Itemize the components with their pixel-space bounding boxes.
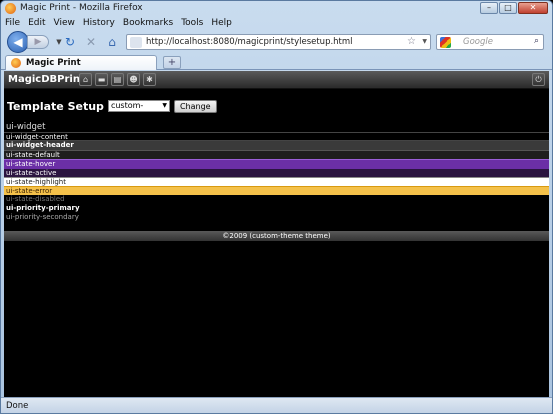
ui-state-default-row: ui-state-default	[4, 150, 549, 159]
home-icon[interactable]: ⌂	[105, 35, 119, 49]
ui-widget-header-row: ui-widget-header	[4, 141, 549, 150]
theme-preview: ui-widget ui-widget-content ui-widget-he…	[4, 122, 549, 222]
search-placeholder[interactable]: Google	[463, 37, 493, 47]
ui-state-highlight-row: ui-state-highlight	[4, 177, 549, 186]
select-arrow-icon: ▼	[162, 102, 167, 109]
user-icon: ☻	[129, 75, 138, 84]
ui-widget-row: ui-widget	[6, 122, 46, 132]
theme-select[interactable]: custom-theme ▼	[107, 100, 170, 120]
status-bar: Done	[1, 397, 552, 413]
forward-button[interactable]: ▶	[27, 35, 49, 49]
window-controls: – □ ✕	[480, 2, 548, 14]
tab-label: Magic Print	[26, 58, 81, 68]
browser-window: Magic Print - Mozilla Firefox – □ ✕ File…	[0, 0, 553, 414]
print-button[interactable]: ▤	[111, 73, 124, 86]
app-header: MagicDBPrint ⌂ ▬ ▤ ☻ ✱ ⏻	[4, 71, 549, 89]
page-footer: ©2009 (custom-theme theme)	[4, 231, 549, 241]
reload-icon[interactable]: ↻	[63, 35, 77, 49]
home-toolbar-icon: ⌂	[82, 75, 89, 84]
ui-state-disabled-row: ui-state-disabled	[4, 195, 549, 204]
home-button[interactable]: ⌂	[79, 73, 92, 86]
url-bar[interactable]: http://localhost:8080/magicprint/stylese…	[126, 34, 431, 50]
window-title: Magic Print - Mozilla Firefox	[20, 3, 143, 13]
url-dropdown-icon[interactable]: ▼	[422, 38, 427, 45]
ui-widget-content-row: ui-widget-content	[4, 132, 549, 141]
menu-view[interactable]: View	[54, 17, 75, 30]
url-text[interactable]: http://localhost:8080/magicprint/stylese…	[146, 37, 353, 47]
title-bar: Magic Print - Mozilla Firefox – □ ✕	[1, 1, 552, 17]
logout-button[interactable]: ⏻	[532, 73, 545, 86]
menu-history[interactable]: History	[83, 17, 115, 30]
header-toolbar: ⌂ ▬ ▤ ☻ ✱	[79, 73, 156, 86]
theme-select-value: custom-theme	[110, 101, 144, 120]
search-bar[interactable]: Google ⌕	[436, 34, 544, 50]
page-content: MagicDBPrint ⌂ ▬ ▤ ☻ ✱ ⏻ Template Setup …	[4, 71, 549, 397]
power-icon: ⏻	[535, 75, 542, 84]
folder-button[interactable]: ▬	[95, 73, 108, 86]
menu-tools[interactable]: Tools	[181, 17, 203, 30]
ui-state-active-row: ui-state-active	[4, 168, 549, 177]
template-setup-row: Template Setup custom-theme ▼ Change	[7, 99, 217, 120]
ui-state-error-row: ui-state-error	[4, 186, 549, 195]
user-button[interactable]: ☻	[127, 73, 140, 86]
google-icon[interactable]	[440, 37, 451, 48]
tab-bar: Magic Print +	[1, 54, 552, 70]
menu-file[interactable]: File	[5, 17, 20, 30]
ui-state-hover-row: ui-state-hover	[4, 159, 549, 168]
app-title: MagicDBPrint	[8, 74, 85, 85]
bookmark-star-icon[interactable]: ☆	[407, 36, 416, 47]
tab-magic-print[interactable]: Magic Print	[5, 55, 157, 70]
change-button[interactable]: Change	[173, 99, 217, 113]
firefox-icon	[5, 3, 16, 14]
maximize-button[interactable]: □	[499, 2, 517, 14]
close-button[interactable]: ✕	[518, 2, 548, 14]
ui-priority-secondary-row: ui-priority-secondary	[4, 213, 549, 222]
settings-button[interactable]: ✱	[143, 73, 156, 86]
minimize-button[interactable]: –	[480, 2, 498, 14]
new-tab-button[interactable]: +	[163, 56, 181, 69]
navigation-bar: ◀ ▶ ▼ ↻ ✕ ⌂ http://localhost:8080/magicp…	[1, 30, 552, 54]
stop-icon[interactable]: ✕	[84, 35, 98, 49]
menu-bar: File Edit View History Bookmarks Tools H…	[1, 17, 552, 30]
folder-icon: ▬	[97, 75, 106, 84]
menu-help[interactable]: Help	[211, 17, 232, 30]
gear-icon: ✱	[146, 75, 153, 84]
status-text: Done	[6, 401, 29, 411]
page-icon	[130, 37, 142, 48]
template-setup-label: Template Setup	[7, 99, 104, 113]
menu-edit[interactable]: Edit	[28, 17, 45, 30]
tab-favicon-icon	[11, 58, 21, 68]
forward-arrow-icon: ▶	[34, 37, 42, 47]
menu-bookmarks[interactable]: Bookmarks	[123, 17, 173, 30]
search-icon[interactable]: ⌕	[534, 36, 539, 46]
print-icon: ▤	[113, 75, 122, 84]
ui-priority-primary-row: ui-priority-primary	[4, 204, 549, 213]
back-arrow-icon: ◀	[13, 35, 23, 49]
back-button[interactable]: ◀	[7, 31, 29, 53]
